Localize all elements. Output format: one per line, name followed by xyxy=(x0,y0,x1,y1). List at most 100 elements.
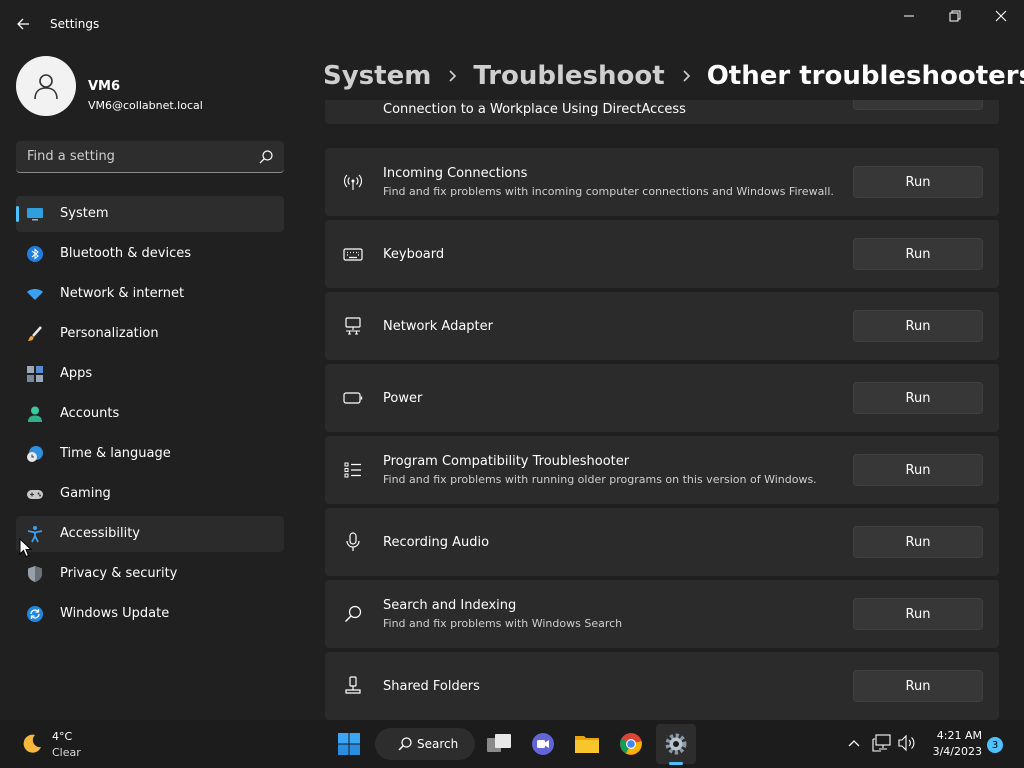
sidebar-item-time-language[interactable]: Time & language xyxy=(16,436,284,472)
troubleshooter-keyboard: Keyboard Run xyxy=(325,220,999,288)
clock-date: 3/4/2023 xyxy=(932,745,982,758)
sidebar-item-gaming[interactable]: Gaming xyxy=(16,476,284,512)
troubleshooter-directaccess: Connection to a Workplace Using DirectAc… xyxy=(325,100,999,124)
chrome-icon xyxy=(620,733,642,755)
search-icon xyxy=(258,149,274,165)
minimize-button[interactable] xyxy=(886,0,932,32)
keyboard-icon xyxy=(343,244,363,264)
system-clock[interactable]: 4:21 AM 3/4/2023 xyxy=(930,728,982,760)
sidebar-item-system[interactable]: System xyxy=(16,196,284,232)
run-button[interactable]: Run xyxy=(853,598,983,630)
microphone-icon xyxy=(343,532,363,552)
troubleshooter-description: Find and fix problems with incoming comp… xyxy=(383,185,834,198)
sidebar-item-label: Windows Update xyxy=(60,606,170,621)
troubleshooter-recording-audio: Recording Audio Run xyxy=(325,508,999,576)
network-adapter-icon xyxy=(343,316,363,336)
search-placeholder: Find a setting xyxy=(27,149,115,164)
troubleshooter-title: Network Adapter xyxy=(383,319,493,334)
troubleshooter-program-compatibility: Program Compatibility Troubleshooter Fin… xyxy=(325,436,999,504)
breadcrumb-system[interactable]: System xyxy=(323,61,431,91)
nav-list: System Bluetooth & devices Network & int… xyxy=(16,196,284,636)
troubleshooter-power: Power Run xyxy=(325,364,999,432)
search-input[interactable]: Find a setting xyxy=(16,141,284,173)
sidebar-item-apps[interactable]: Apps xyxy=(16,356,284,392)
shared-folder-icon xyxy=(343,676,363,696)
taskbar-search-label: Search xyxy=(417,737,459,751)
troubleshooter-title: Search and Indexing xyxy=(383,598,517,613)
sidebar-item-label: Privacy & security xyxy=(60,566,178,581)
battery-icon xyxy=(343,388,363,408)
selected-indicator xyxy=(16,206,19,222)
profile-email: VM6@collabnet.local xyxy=(88,99,203,112)
sidebar-item-label: Accessibility xyxy=(60,526,140,541)
avatar xyxy=(16,56,76,116)
run-button[interactable]: Run xyxy=(853,310,983,342)
settings-app-button[interactable] xyxy=(656,724,696,764)
troubleshooter-title: Connection to a Workplace Using DirectAc… xyxy=(383,102,686,117)
troubleshooter-title: Incoming Connections xyxy=(383,166,528,181)
network-status-icon[interactable] xyxy=(871,732,893,754)
user-profile[interactable]: VM6 VM6@collabnet.local xyxy=(16,56,296,118)
run-button[interactable]: Run xyxy=(853,670,983,702)
brush-icon xyxy=(26,325,44,343)
taskbar-search-button[interactable]: Search xyxy=(375,728,475,760)
chrome-button[interactable] xyxy=(611,724,651,764)
troubleshooter-title: Recording Audio xyxy=(383,535,490,550)
sidebar-item-windows-update[interactable]: Windows Update xyxy=(16,596,284,632)
close-button[interactable] xyxy=(978,0,1024,32)
sidebar-item-label: Personalization xyxy=(60,326,159,341)
mouse-cursor-icon xyxy=(19,537,33,558)
sidebar-item-accounts[interactable]: Accounts xyxy=(16,396,284,432)
chevron-right-icon xyxy=(665,69,707,83)
sidebar-item-bluetooth[interactable]: Bluetooth & devices xyxy=(16,236,284,272)
chevron-up-icon[interactable] xyxy=(843,732,865,754)
run-button[interactable]: Run xyxy=(853,100,983,110)
chat-icon xyxy=(532,733,554,755)
chevron-right-icon xyxy=(431,69,473,83)
notification-badge[interactable]: 3 xyxy=(987,737,1003,753)
bluetooth-icon xyxy=(26,245,44,263)
back-arrow-icon[interactable] xyxy=(14,14,34,34)
page-title: Other troubleshooters xyxy=(706,61,1024,91)
weather-widget[interactable]: 4°C Clear xyxy=(20,728,140,764)
window-title: Settings xyxy=(50,17,100,31)
breadcrumb-troubleshoot[interactable]: Troubleshoot xyxy=(473,61,664,91)
troubleshooter-incoming-connections: Incoming Connections Find and fix proble… xyxy=(325,148,999,216)
troubleshooter-network-adapter: Network Adapter Run xyxy=(325,292,999,360)
search-icon xyxy=(397,736,413,756)
profile-name: VM6 xyxy=(88,79,121,94)
sidebar-item-privacy-security[interactable]: Privacy & security xyxy=(16,556,284,592)
sidebar-item-accessibility[interactable]: Accessibility xyxy=(16,516,284,552)
run-button[interactable]: Run xyxy=(853,526,983,558)
troubleshooter-title: Keyboard xyxy=(383,247,445,262)
sidebar-item-personalization[interactable]: Personalization xyxy=(16,316,284,352)
sidebar-item-network[interactable]: Network & internet xyxy=(16,276,284,312)
sidebar-item-label: System xyxy=(60,206,109,221)
moon-icon xyxy=(20,732,44,760)
antenna-icon xyxy=(343,172,363,192)
restore-button[interactable] xyxy=(932,0,978,32)
windows-logo-icon xyxy=(338,733,360,755)
volume-icon[interactable] xyxy=(896,732,918,754)
task-view-button[interactable] xyxy=(479,724,519,764)
troubleshooter-description: Find and fix problems with running older… xyxy=(383,473,817,486)
sidebar-item-label: Time & language xyxy=(60,446,171,461)
run-button[interactable]: Run xyxy=(853,166,983,198)
troubleshooter-title: Shared Folders xyxy=(383,679,480,694)
breadcrumb: System Troubleshoot Other troubleshooter… xyxy=(323,58,1024,94)
gamepad-icon xyxy=(26,485,44,503)
list-icon xyxy=(343,460,363,480)
troubleshooter-list: Connection to a Workplace Using DirectAc… xyxy=(325,100,999,720)
start-button[interactable] xyxy=(329,724,369,764)
person-icon xyxy=(26,405,44,423)
sidebar: VM6 VM6@collabnet.local Find a setting S… xyxy=(0,48,300,720)
run-button[interactable]: Run xyxy=(853,382,983,414)
shield-icon xyxy=(26,565,44,583)
teams-chat-button[interactable] xyxy=(523,724,563,764)
file-explorer-button[interactable] xyxy=(567,724,607,764)
sidebar-item-label: Network & internet xyxy=(60,286,185,301)
sidebar-item-label: Bluetooth & devices xyxy=(60,246,191,261)
troubleshooter-title: Program Compatibility Troubleshooter xyxy=(383,454,630,469)
run-button[interactable]: Run xyxy=(853,238,983,270)
run-button[interactable]: Run xyxy=(853,454,983,486)
